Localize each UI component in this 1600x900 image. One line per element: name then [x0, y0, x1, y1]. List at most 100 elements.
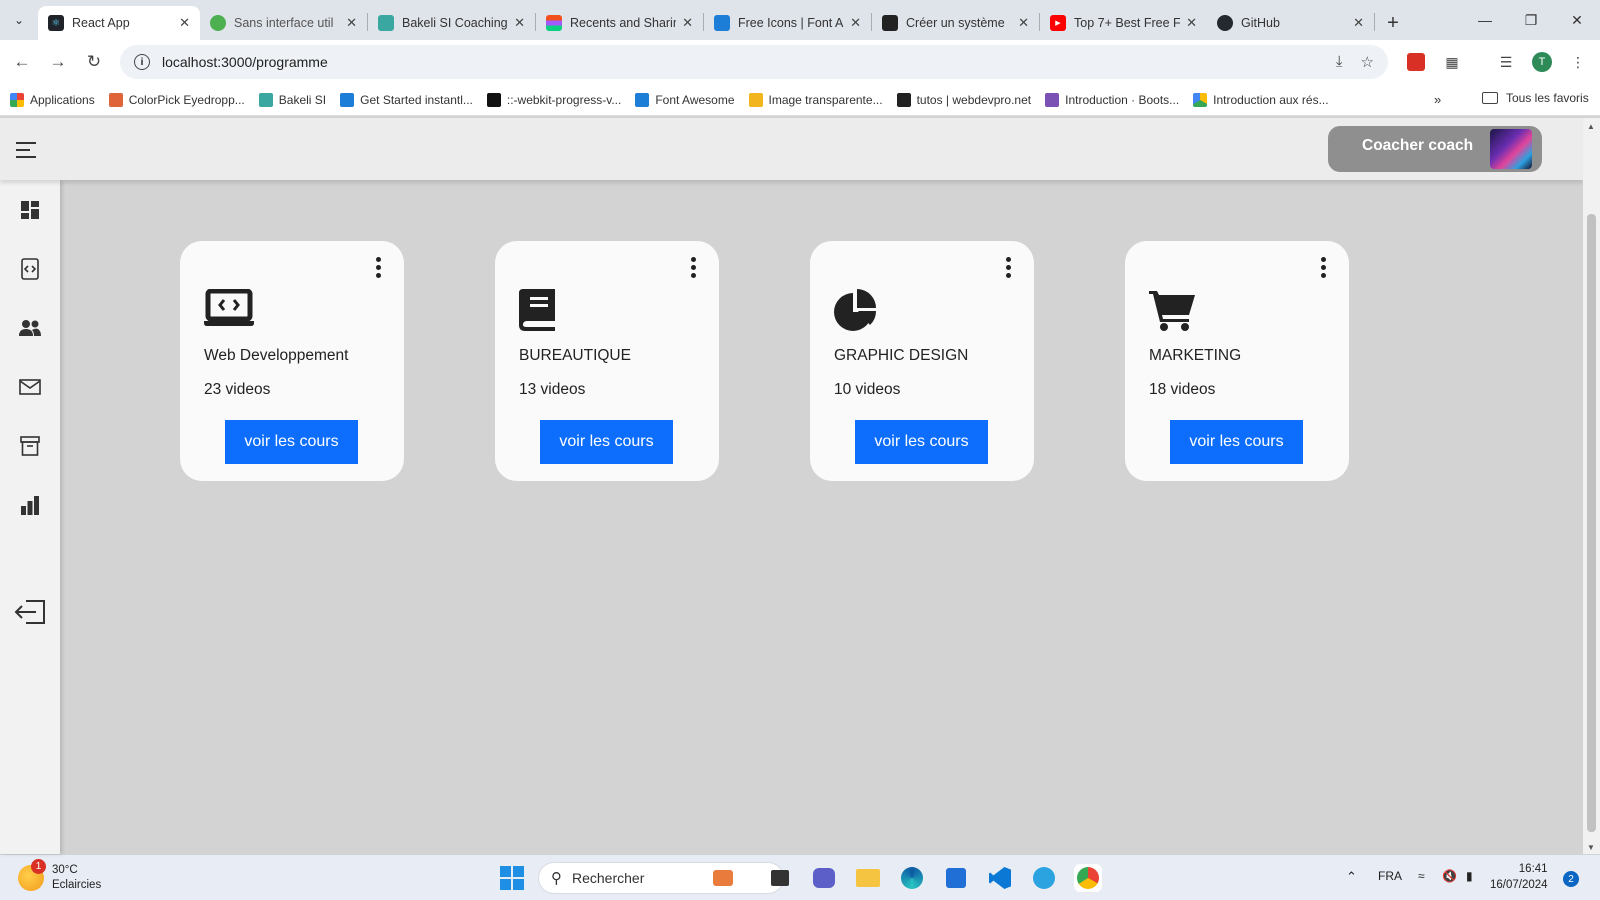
user-profile[interactable]: Coacher coach: [1328, 126, 1542, 172]
teams-chat-icon[interactable]: [810, 864, 838, 892]
reload-icon[interactable]: ↻: [76, 44, 112, 80]
tab-close-icon[interactable]: ✕: [514, 15, 525, 31]
all-bookmarks-label: Tous les favoris: [1506, 91, 1589, 105]
system-clock[interactable]: 16:41 16/07/2024: [1490, 861, 1548, 893]
view-courses-button[interactable]: voir les cours: [855, 420, 988, 464]
bookmarks-bar: Applications ColorPick Eyedropp... Bakel…: [0, 84, 1600, 116]
tab-react-app[interactable]: ⚛ React App ✕: [38, 6, 200, 40]
tab-font-awesome[interactable]: Free Icons | Font A ✕: [704, 6, 871, 40]
language-indicator[interactable]: FRA: [1378, 869, 1402, 883]
tab-close-icon[interactable]: ✕: [682, 15, 693, 31]
bookmark-font-awesome[interactable]: Font Awesome: [635, 92, 735, 107]
tab-bakeli[interactable]: Bakeli SI Coaching ✕: [368, 6, 535, 40]
tab-figma[interactable]: Recents and Sharin ✕: [536, 6, 703, 40]
bookmark-applications[interactable]: Applications: [10, 92, 95, 107]
site-info-icon[interactable]: i: [134, 54, 150, 70]
tab-youtube[interactable]: ▶ Top 7+ Best Free F ✕: [1040, 6, 1207, 40]
tray-overflow-icon[interactable]: ⌃: [1346, 869, 1357, 885]
bookmark-label: Bakeli SI: [278, 92, 327, 107]
tab-close-icon[interactable]: ✕: [850, 15, 861, 31]
user-name: Coacher coach: [1362, 137, 1474, 154]
microsoft-store-icon[interactable]: [942, 864, 970, 892]
bookmark-tutos[interactable]: tutos | webdevpro.net: [896, 92, 1031, 107]
bookmarks-overflow-icon[interactable]: »: [1434, 92, 1441, 107]
battery-icon[interactable]: ▮: [1466, 869, 1473, 883]
edge-browser-icon[interactable]: [898, 864, 926, 892]
extensions-puzzle-icon[interactable]: ▦: [1440, 50, 1464, 74]
bar-chart-icon[interactable]: [18, 493, 42, 517]
tab-close-icon[interactable]: ✕: [1186, 15, 1197, 31]
more-options-icon[interactable]: [691, 257, 697, 281]
tab-title: Sans interface util: [234, 16, 334, 30]
all-bookmarks[interactable]: Tous les favoris: [1482, 91, 1589, 105]
more-options-icon[interactable]: [1006, 257, 1012, 281]
more-options-icon[interactable]: [376, 257, 382, 281]
taskbar-search[interactable]: ⚲ Rechercher: [538, 862, 784, 894]
code-file-icon[interactable]: [18, 257, 42, 281]
url-text[interactable]: localhost:3000/programme: [162, 54, 328, 70]
bookmark-colorpick[interactable]: ColorPick Eyedropp...: [108, 92, 245, 107]
task-view-icon[interactable]: [766, 864, 794, 892]
users-icon[interactable]: [18, 316, 42, 340]
view-courses-button[interactable]: voir les cours: [1170, 420, 1303, 464]
browser-menu-icon[interactable]: ⋮: [1566, 50, 1590, 74]
media-queue-icon[interactable]: ☰: [1494, 50, 1518, 74]
avatar: [1490, 129, 1532, 169]
profile-avatar[interactable]: T: [1530, 50, 1554, 74]
scrollbar-thumb[interactable]: [1587, 214, 1596, 832]
dark-favicon-icon: [882, 15, 898, 31]
tab-creer-systeme[interactable]: Créer un système ✕: [872, 6, 1039, 40]
view-courses-button[interactable]: voir les cours: [225, 420, 358, 464]
bookmark-get-started[interactable]: Get Started instantl...: [340, 92, 473, 107]
tab-close-icon[interactable]: ✕: [1018, 15, 1029, 31]
notification-badge[interactable]: 2: [1563, 871, 1579, 887]
scroll-up-icon[interactable]: ▲: [1587, 122, 1595, 131]
bookmark-bootstrap[interactable]: Introduction · Boots...: [1045, 92, 1179, 107]
archive-icon[interactable]: [18, 434, 42, 458]
course-card: GRAPHIC DESIGN 10 videos voir les cours: [810, 241, 1034, 481]
windows-taskbar: 1 30°C Eclaircies ⚲ Rechercher ⌃ FRA ≈ 🔇…: [0, 854, 1600, 900]
main-content: Web Developpement 23 videos voir les cou…: [60, 180, 1583, 854]
view-courses-button[interactable]: voir les cours: [540, 420, 673, 464]
bookmark-star-icon[interactable]: ☆: [1361, 53, 1374, 71]
tab-github[interactable]: GitHub ✕: [1207, 6, 1374, 40]
new-tab-button[interactable]: +: [1375, 6, 1411, 40]
back-arrow-icon[interactable]: ←: [4, 44, 40, 80]
more-options-icon[interactable]: [1321, 257, 1327, 281]
logout-icon[interactable]: [14, 598, 46, 626]
vscode-icon[interactable]: [986, 864, 1014, 892]
page-scrollbar[interactable]: ▲ ▼: [1583, 118, 1600, 854]
tab-close-icon[interactable]: ✕: [1353, 15, 1364, 31]
forward-arrow-icon[interactable]: →: [40, 44, 76, 80]
scroll-down-icon[interactable]: ▼: [1587, 843, 1595, 852]
dashboard-icon[interactable]: [18, 198, 42, 222]
bookmark-image-transparente[interactable]: Image transparente...: [748, 92, 883, 107]
tab-close-icon[interactable]: ✕: [346, 15, 357, 31]
weather-widget[interactable]: 1 30°C Eclaircies: [18, 859, 101, 893]
profile-initial: T: [1532, 52, 1552, 72]
restore-icon[interactable]: ❐: [1508, 0, 1554, 40]
mail-icon[interactable]: [18, 375, 42, 399]
window-close-icon[interactable]: ✕: [1554, 0, 1600, 40]
minimize-icon[interactable]: —: [1462, 0, 1508, 40]
tab-search-chevron-icon[interactable]: ⌄: [0, 0, 38, 40]
file-explorer-icon[interactable]: [854, 864, 882, 892]
chrome-taskbar-icon[interactable]: [1074, 864, 1102, 892]
address-bar[interactable]: i localhost:3000/programme ⤓ ☆: [120, 45, 1388, 79]
menu-toggle-icon[interactable]: [16, 142, 36, 163]
install-app-icon[interactable]: ⤓: [1336, 53, 1343, 71]
tab-title: React App: [72, 16, 130, 30]
search-highlight-icon: [713, 870, 733, 886]
leaf-favicon-icon: [210, 15, 226, 31]
tab-sans-interface[interactable]: Sans interface util ✕: [200, 6, 367, 40]
volume-muted-icon[interactable]: 🔇: [1442, 869, 1457, 883]
tab-close-icon[interactable]: ✕: [179, 15, 190, 31]
wifi-icon[interactable]: ≈: [1418, 869, 1425, 883]
bookmark-bakeli[interactable]: Bakeli SI: [258, 92, 327, 107]
extension-colorpick-icon[interactable]: [1404, 50, 1428, 74]
windows-start-icon[interactable]: [500, 866, 524, 890]
bookmark-webkit-progress[interactable]: ::-webkit-progress-v...: [486, 92, 621, 107]
telegram-icon[interactable]: [1030, 864, 1058, 892]
bookmark-google-drive[interactable]: Introduction aux rés...: [1193, 92, 1329, 107]
react-favicon-icon: ⚛: [48, 15, 64, 31]
